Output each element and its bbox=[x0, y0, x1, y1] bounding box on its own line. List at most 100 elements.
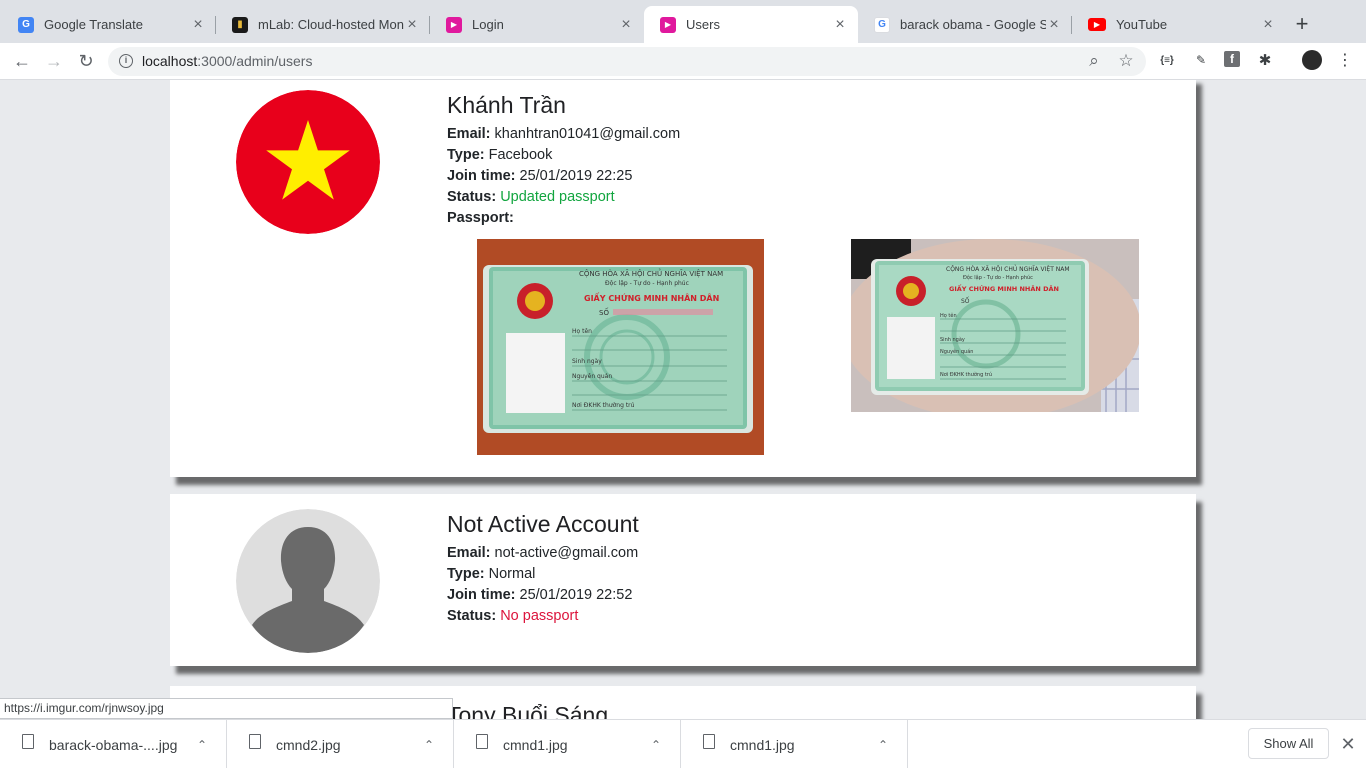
svg-text:CỘNG HÒA XÃ HỘI CHỦ NGHĨA VIỆT: CỘNG HÒA XÃ HỘI CHỦ NGHĨA VIỆT NAM bbox=[946, 265, 1070, 273]
new-tab-button[interactable]: + bbox=[1290, 13, 1314, 37]
page-content: Khánh Trần Email: khanhtran01041@gmail.c… bbox=[0, 80, 1366, 719]
tab-mlab[interactable]: ▮ mLab: Cloud-hosted Mong × bbox=[216, 6, 430, 43]
info-icon[interactable]: i bbox=[119, 54, 133, 68]
address-bar[interactable]: i localhost:3000/admin/users ⌕ ☆ bbox=[108, 47, 1146, 76]
default-user-avatar bbox=[236, 509, 380, 653]
menu-icon[interactable]: ⋮ bbox=[1336, 51, 1354, 69]
download-filename: cmnd1.jpg bbox=[503, 736, 568, 753]
svg-text:Nguyên quán: Nguyên quán bbox=[940, 348, 973, 355]
google-translate-icon: G bbox=[18, 16, 34, 33]
download-item[interactable]: cmnd2.jpg ⌃ bbox=[227, 720, 454, 768]
passport-image-back[interactable]: CỘNG HÒA XÃ HỘI CHỦ NGHĨA VIỆT NAM Độc l… bbox=[851, 239, 1139, 412]
chevron-up-icon[interactable]: ⌃ bbox=[651, 738, 661, 752]
vietnam-flag-avatar bbox=[236, 90, 380, 234]
file-icon bbox=[703, 734, 715, 749]
svg-text:Độc lập - Tự do - Hạnh phúc: Độc lập - Tự do - Hạnh phúc bbox=[605, 280, 689, 287]
type-row: Type: Facebook bbox=[447, 147, 553, 163]
close-icon[interactable]: × bbox=[618, 16, 634, 33]
svg-text:Nơi ĐKHK thường trú: Nơi ĐKHK thường trú bbox=[572, 402, 635, 409]
close-icon[interactable]: × bbox=[1046, 16, 1062, 33]
eyedropper-extension-icon[interactable]: ✎ bbox=[1192, 51, 1210, 69]
user-card: Not Active Account Email: not-active@gma… bbox=[170, 494, 1196, 666]
tab-google-search[interactable]: G barack obama - Google Se × bbox=[858, 6, 1072, 43]
user-name: Not Active Account bbox=[447, 511, 639, 537]
reload-button[interactable]: ↻ bbox=[74, 49, 98, 73]
chevron-up-icon[interactable]: ⌃ bbox=[197, 738, 207, 752]
status-value: No passport bbox=[500, 608, 579, 624]
download-item[interactable]: cmnd1.jpg ⌃ bbox=[454, 720, 681, 768]
download-item[interactable]: barack-obama-....jpg ⌃ bbox=[0, 720, 227, 768]
downloads-bar: barack-obama-....jpg ⌃ cmnd2.jpg ⌃ cmnd1… bbox=[0, 719, 1366, 768]
tab-strip: G Google Translate × ▮ mLab: Cloud-hoste… bbox=[0, 0, 1366, 43]
tab-login[interactable]: ▶ Login × bbox=[430, 6, 644, 43]
join-time-row: Join time: 25/01/2019 22:25 bbox=[447, 168, 633, 184]
user-info: Tony Buổi Sáng bbox=[447, 700, 608, 719]
user-name: Khánh Trần bbox=[447, 92, 566, 118]
download-filename: barack-obama-....jpg bbox=[49, 736, 178, 753]
mlab-icon: ▮ bbox=[232, 16, 248, 33]
close-icon[interactable]: × bbox=[404, 16, 420, 33]
close-icon[interactable]: × bbox=[832, 16, 848, 33]
type-row: Type: Normal bbox=[447, 566, 536, 582]
download-item[interactable]: cmnd1.jpg ⌃ bbox=[681, 720, 908, 768]
file-icon bbox=[249, 734, 261, 749]
type-value: Normal bbox=[488, 566, 536, 582]
youtube-icon: ▶ bbox=[1088, 18, 1106, 31]
email-value: not-active@gmail.com bbox=[494, 545, 639, 561]
svg-text:SỐ: SỐ bbox=[599, 307, 609, 317]
file-icon bbox=[22, 734, 34, 749]
user-name: Tony Buổi Sáng bbox=[447, 702, 609, 719]
id-card-in-hand-photo: CỘNG HÒA XÃ HỘI CHỦ NGHĨA VIỆT NAM Độc l… bbox=[851, 239, 1139, 412]
status-value: Updated passport bbox=[500, 189, 615, 205]
bookmark-star-icon[interactable]: ☆ bbox=[1117, 51, 1135, 70]
svg-text:GIẤY CHỨNG MINH NHÂN DÂN: GIẤY CHỨNG MINH NHÂN DÂN bbox=[949, 283, 1059, 293]
avatar bbox=[236, 509, 380, 653]
tab-youtube[interactable]: ▶ YouTube × bbox=[1072, 6, 1286, 43]
chevron-up-icon[interactable]: ⌃ bbox=[424, 738, 434, 752]
status-row: Status: Updated passport bbox=[447, 189, 615, 205]
user-info: Khánh Trần Email: khanhtran01041@gmail.c… bbox=[447, 90, 680, 229]
show-all-button[interactable]: Show All bbox=[1248, 728, 1329, 759]
status-row: Status: No passport bbox=[447, 608, 579, 624]
tab-users[interactable]: ▶ Users × bbox=[644, 6, 858, 43]
url-text[interactable]: localhost:3000/admin/users bbox=[142, 53, 312, 69]
back-button[interactable]: ← bbox=[10, 49, 34, 73]
chevron-up-icon[interactable]: ⌃ bbox=[878, 738, 888, 752]
svg-text:Sinh ngày: Sinh ngày bbox=[572, 358, 602, 365]
profile-avatar[interactable] bbox=[1302, 50, 1322, 70]
type-value: Facebook bbox=[488, 147, 553, 163]
svg-text:Nguyên quán: Nguyên quán bbox=[572, 373, 612, 380]
link-status-bubble: https://i.imgur.com/rjnwsoy.jpg bbox=[0, 698, 453, 719]
svg-text:Nơi ĐKHK thường trú: Nơi ĐKHK thường trú bbox=[940, 371, 992, 378]
close-icon[interactable]: ✕ bbox=[1338, 734, 1358, 754]
close-icon[interactable]: × bbox=[190, 16, 206, 33]
join-time-value: 25/01/2019 22:52 bbox=[519, 587, 633, 603]
email-row: Email: not-active@gmail.com bbox=[447, 545, 639, 561]
close-icon[interactable]: × bbox=[1260, 16, 1276, 33]
google-icon: G bbox=[874, 16, 890, 33]
svg-text:SỐ: SỐ bbox=[961, 297, 970, 305]
zoom-icon[interactable]: ⌕ bbox=[1085, 51, 1103, 70]
tab-title: Users bbox=[686, 17, 720, 32]
json-extension-icon[interactable]: {≡} bbox=[1158, 51, 1176, 69]
svg-text:CỘNG HÒA XÃ HỘI CHỦ NGHĨA VIỆT: CỘNG HÒA XÃ HỘI CHỦ NGHĨA VIỆT NAM bbox=[579, 268, 723, 278]
tab-title: barack obama - Google Se bbox=[900, 17, 1046, 32]
passport-image-front[interactable]: CỘNG HÒA XÃ HỘI CHỦ NGHĨA VIỆT NAM Độc l… bbox=[477, 239, 764, 455]
avatar bbox=[236, 90, 380, 234]
forward-button[interactable]: → bbox=[42, 49, 66, 73]
browser-toolbar: ← → ↻ i localhost:3000/admin/users ⌕ ☆ {… bbox=[0, 43, 1366, 80]
svg-text:Họ tên: Họ tên bbox=[940, 312, 957, 319]
tab-title: YouTube bbox=[1116, 17, 1168, 32]
download-filename: cmnd1.jpg bbox=[730, 736, 795, 753]
facebook-extension-icon[interactable]: f bbox=[1224, 51, 1240, 67]
email-value: khanhtran01041@gmail.com bbox=[494, 126, 681, 142]
tab-google-translate[interactable]: G Google Translate × bbox=[2, 6, 216, 43]
svg-text:Độc lập - Tự do - Hạnh phúc: Độc lập - Tự do - Hạnh phúc bbox=[963, 274, 1033, 281]
svg-text:Họ tên: Họ tên bbox=[572, 328, 592, 335]
join-time-value: 25/01/2019 22:25 bbox=[519, 168, 633, 184]
email-row: Email: khanhtran01041@gmail.com bbox=[447, 126, 681, 142]
user-card: Khánh Trần Email: khanhtran01041@gmail.c… bbox=[170, 80, 1196, 477]
play-icon: ▶ bbox=[660, 16, 676, 33]
extension-icon[interactable]: ✱ bbox=[1256, 51, 1274, 69]
download-filename: cmnd2.jpg bbox=[276, 736, 341, 753]
